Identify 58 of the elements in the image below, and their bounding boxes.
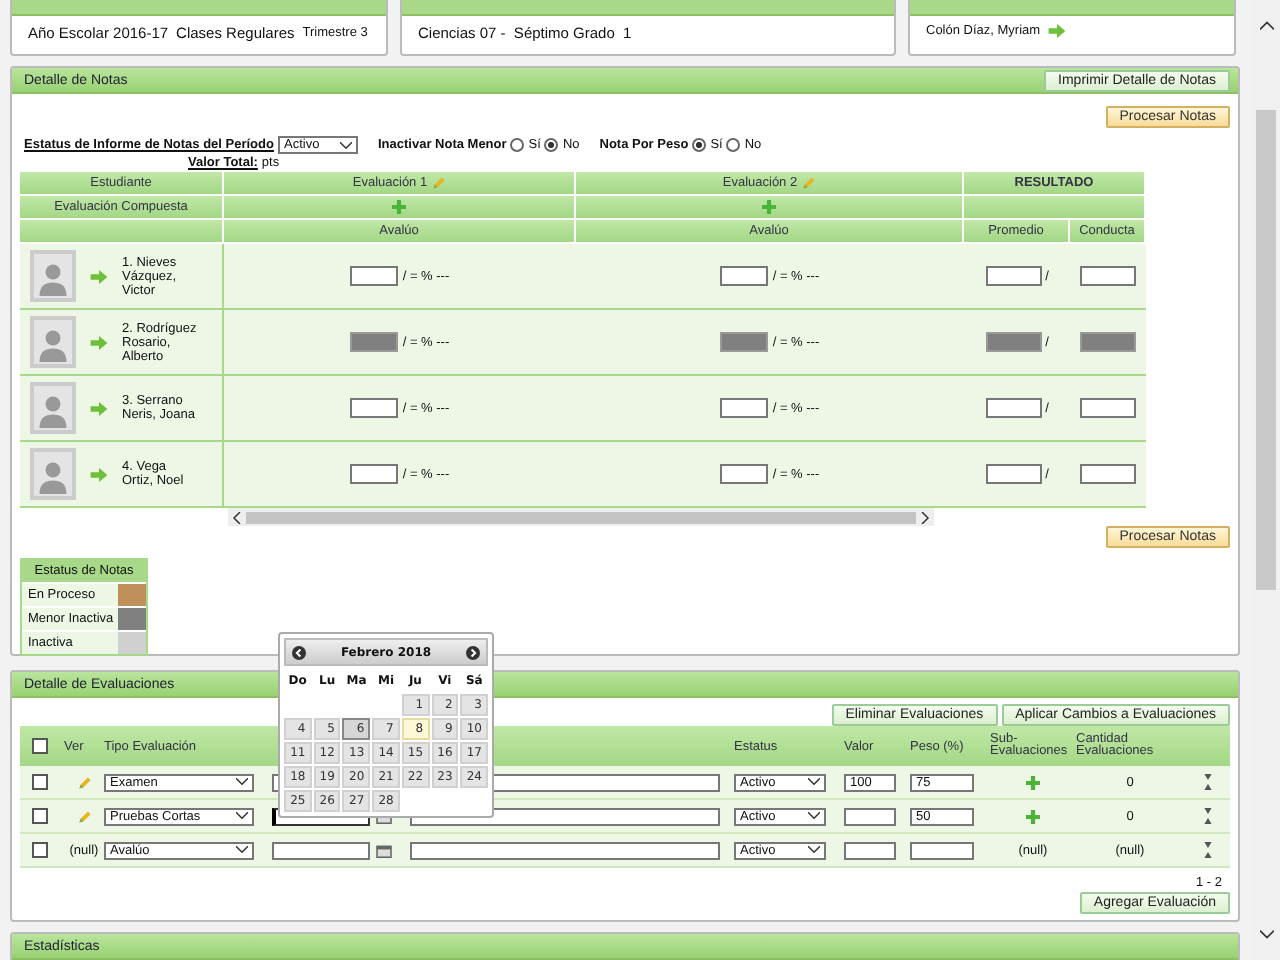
chevron-down-icon: [808, 846, 820, 854]
row-checkbox[interactable]: [32, 808, 48, 824]
pencil-icon[interactable]: [77, 775, 91, 789]
scroll-right-icon[interactable]: [920, 511, 930, 523]
weight-input[interactable]: [910, 841, 974, 859]
move-up-icon[interactable]: [1203, 784, 1211, 790]
scroll-left-icon[interactable]: [232, 511, 242, 523]
chevron-down-icon: [808, 812, 820, 820]
radio-button[interactable]: [510, 138, 525, 152]
scroll-down-icon[interactable]: [1259, 930, 1273, 940]
chevron-down-icon: [236, 846, 248, 854]
conduct-input[interactable]: [1080, 266, 1136, 286]
move-down-icon[interactable]: [1203, 842, 1211, 848]
horizontal-scrollbar[interactable]: [228, 508, 934, 526]
chevron-down-icon: [236, 812, 248, 820]
pencil-icon[interactable]: [77, 809, 91, 823]
select-all-checkbox[interactable]: [32, 738, 48, 754]
score-input[interactable]: [350, 266, 399, 286]
score-input[interactable]: [720, 266, 769, 286]
average-input[interactable]: [985, 332, 1042, 352]
move-down-icon[interactable]: [1203, 808, 1211, 814]
avatar-placeholder: [30, 316, 76, 368]
chevron-down-icon: [808, 778, 820, 786]
average-input[interactable]: [985, 398, 1042, 418]
move-up-icon[interactable]: [1203, 852, 1211, 858]
move-up-icon[interactable]: [1203, 818, 1211, 824]
calendar-icon[interactable]: [376, 843, 392, 857]
plus-icon[interactable]: [1026, 809, 1040, 823]
chevron-down-icon: [339, 141, 352, 149]
next-icon[interactable]: [466, 645, 480, 659]
value-input[interactable]: [844, 841, 896, 859]
row-checkbox[interactable]: [32, 842, 48, 858]
conduct-input[interactable]: [1080, 398, 1136, 418]
conduct-input[interactable]: [1080, 332, 1136, 352]
plus-icon[interactable]: [1026, 775, 1040, 789]
radio-button[interactable]: [544, 138, 559, 152]
average-input[interactable]: [985, 464, 1042, 484]
scroll-up-icon[interactable]: [1259, 20, 1273, 30]
score-input[interactable]: [720, 398, 769, 418]
arrow-right-icon[interactable]: [1048, 24, 1067, 38]
date-input[interactable]: [272, 841, 370, 859]
avatar-placeholder: [30, 250, 76, 302]
score-input[interactable]: [720, 464, 769, 484]
score-input[interactable]: [350, 464, 399, 484]
score-input[interactable]: [350, 398, 399, 418]
previous-icon[interactable]: [292, 645, 306, 659]
row-checkbox[interactable]: [32, 774, 48, 790]
vertical-scrollbar[interactable]: [1252, 0, 1280, 960]
average-input[interactable]: [985, 266, 1042, 286]
avatar-placeholder: [30, 448, 76, 500]
value-input[interactable]: [844, 807, 896, 825]
avatar-placeholder: [30, 382, 76, 434]
chevron-down-icon: [236, 778, 248, 786]
radio-button[interactable]: [692, 138, 707, 152]
conduct-input[interactable]: [1080, 464, 1136, 484]
description-input[interactable]: [410, 841, 720, 859]
move-down-icon[interactable]: [1203, 774, 1211, 780]
radio-button[interactable]: [726, 138, 741, 152]
